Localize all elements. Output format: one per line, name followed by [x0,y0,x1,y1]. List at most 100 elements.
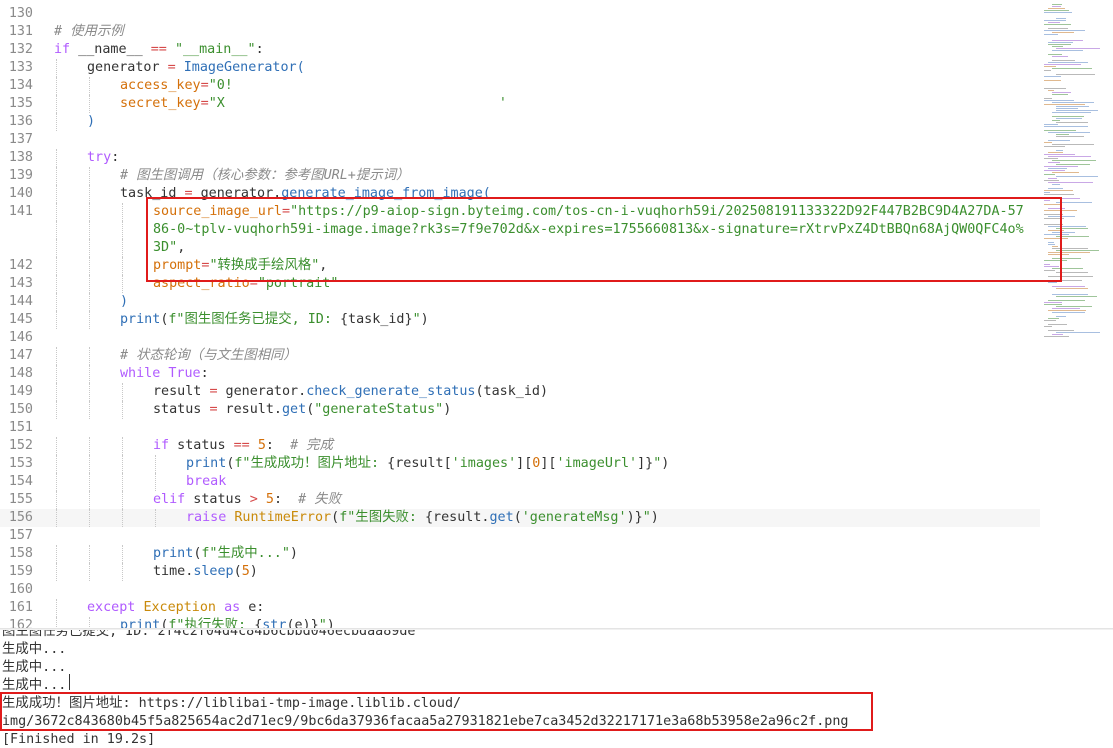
code-line[interactable]: 142 prompt="转换成手绘风格", [0,257,1040,275]
minimap-line [1052,92,1071,93]
code-editor[interactable]: 130 131 # 使用示例 132 if __name__ == "__main__"… [0,0,1040,628]
minimap-line [1056,74,1095,75]
code-line[interactable]: 150 status = result.get("generateStatus") [0,401,1040,419]
console-line: 生成中... [2,642,67,657]
code-token: {result[ [387,456,452,471]
code-token: ) [326,618,335,628]
code-line[interactable]: 155 elif status > 5: # 失败 [0,491,1040,509]
code-text: # 图生图调用（核心参数：参考图URL+提示词） [120,167,409,185]
indent-guide [89,347,90,365]
code-line[interactable]: 154 break [0,473,1040,491]
minimap[interactable] [1040,0,1113,628]
indent-guide [56,203,57,221]
code-line[interactable]: 137 [0,131,1040,149]
code-line[interactable]: 147 # 状态轮询（与文生图相同） [0,347,1040,365]
indent-guide [89,455,90,473]
minimap-line [1044,238,1068,239]
code-line[interactable]: 144) [0,293,1040,311]
indent-guide [56,59,57,77]
line-number: 162 [8,618,33,628]
code-line[interactable]: 132 if __name__ == "__main__": [0,41,1040,59]
code-line[interactable]: 139 # 图生图调用（核心参数：参考图URL+提示词） [0,167,1040,185]
code-line[interactable]: 152 if status == 5: # 完成 [0,437,1040,455]
indent-guide [122,545,123,563]
code-token: ) [120,294,129,309]
minimap-line [1044,210,1077,211]
code-line[interactable]: 156 raise RuntimeError(f"生图失败: {result.ge… [0,509,1040,527]
indent-guide [122,455,123,473]
minimap-line [1056,250,1099,251]
code-token: time. [153,564,194,579]
indent-guide [122,563,123,581]
minimap-line [1056,48,1100,49]
code-line[interactable]: 158 print(f"生成中...") [0,545,1040,563]
code-token: (e)} [286,618,319,628]
code-line[interactable]: 138 try: [0,149,1040,167]
code-line[interactable]: 141 source_image_url="https://p9-aiop-sig… [0,203,1040,221]
minimap-line [1044,266,1059,267]
line-number: 132 [8,42,33,57]
code-line[interactable]: 131 # 使用示例 [0,23,1040,41]
code-line[interactable]: 130 [0,5,1040,23]
code-line[interactable]: 143 aspect_ratio="portrait" [0,275,1040,293]
indent-guide [89,239,90,257]
code-line[interactable]: 140 task_id = generator.generate_image_fr… [0,185,1040,203]
code-token: 5 [257,438,266,453]
code-line[interactable]: 159 time.sleep(5) [0,563,1040,581]
code-line[interactable]: 151 [0,419,1040,437]
code-token: = [249,276,258,291]
code-line[interactable]: 149 result = generator.check_generate_sta… [0,383,1040,401]
minimap-line [1048,282,1057,283]
code-token: raise [186,510,227,525]
indent-guide [56,275,57,293]
code-token: = [209,384,218,399]
indent-guide [155,455,156,473]
code-token: f"生成中..." [201,546,290,561]
minimap-line [1044,20,1066,21]
indent-guide [122,437,123,455]
minimap-line [1048,132,1090,133]
code-text: ) [87,113,95,131]
code-token: prompt [153,258,202,273]
indent-guide [89,563,90,581]
minimap-line [1048,42,1073,43]
code-line[interactable]: 136) [0,113,1040,131]
indent-guide [56,347,57,365]
indent-guide [56,257,57,275]
line-number: 150 [8,402,33,417]
indent-guide [56,221,57,239]
indent-guide [56,167,57,185]
minimap-line [1048,54,1062,55]
minimap-line [1044,214,1063,215]
minimap-line [1048,230,1064,231]
minimap-line [1048,156,1091,157]
code-line[interactable]: 135 secret_key="X ' [0,95,1040,113]
minimap-line [1044,166,1078,167]
code-line[interactable]: 160 [0,581,1040,599]
line-number: 160 [8,582,33,597]
minimap-line [1052,32,1074,33]
code-token: = [184,186,193,201]
minimap-line [1052,40,1083,41]
code-line[interactable]: 146 [0,329,1040,347]
code-line[interactable]: 133 generator = ImageGenerator( [0,59,1040,77]
code-line[interactable]: 161 except Exception as e: [0,599,1040,617]
code-token: status [169,438,234,453]
code-line[interactable]: 162 print(f"执行失败: {str(e)}") [0,617,1040,628]
code-line[interactable]: 3D", [0,239,1040,257]
code-token: , [319,258,328,273]
console-line: 图生图任务已提交, ID: 2f4c2f04d4c84b6cbbd046ecbd… [2,630,416,639]
code-line[interactable]: 134 access_key="0! [0,77,1040,95]
minimap-line [1048,140,1070,141]
code-line[interactable]: 153 print(f"生成成功！图片地址: {result['images'][… [0,455,1040,473]
code-line[interactable]: 145 print(f"图生图任务已提交, ID: {task_id}") [0,311,1040,329]
minimap-line [1052,94,1068,95]
code-token: ][ [540,456,557,471]
indent-guide [56,563,57,581]
code-line[interactable]: 148 while True: [0,365,1040,383]
code-text: generator = ImageGenerator( [87,59,305,77]
code-line[interactable]: 157 [0,527,1040,545]
code-line[interactable]: 86-0~tplv-vuqhorh59i-image.image?rk3s=7f… [0,221,1040,239]
minimap-line [1044,80,1061,81]
indent-guide [89,491,90,509]
